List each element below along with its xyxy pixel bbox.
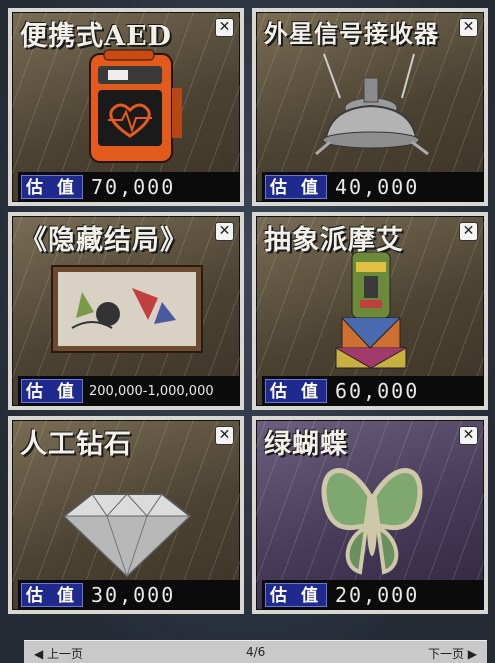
value-bar: 估 值 200,000-1,000,000: [18, 376, 240, 406]
value-label: 估 值: [21, 379, 83, 403]
prev-page-button[interactable]: ◀ 上一页: [34, 645, 83, 662]
painting-icon: [12, 252, 240, 376]
item-card-signal-receiver[interactable]: 外星信号接收器 ✕ 估 值 40,000: [252, 8, 488, 206]
value-label: 估 值: [21, 175, 83, 199]
value-label: 估 值: [265, 175, 327, 199]
item-value: 60,000: [335, 379, 420, 403]
value-label: 估 值: [265, 583, 327, 607]
next-page-button[interactable]: 下一页 ▶: [428, 645, 477, 662]
item-value: 200,000-1,000,000: [89, 383, 214, 399]
item-card-artificial-diamond[interactable]: 人工钻石 ✕ 估 值 30,000: [8, 416, 244, 614]
pagination-bar: ◀ 上一页 4/6 下一页 ▶: [24, 640, 487, 663]
close-icon[interactable]: ✕: [215, 18, 234, 37]
diamond-icon: [12, 456, 240, 580]
close-icon[interactable]: ✕: [459, 222, 478, 241]
item-value: 70,000: [91, 175, 176, 199]
value-bar: 估 值 20,000: [262, 580, 484, 610]
butterfly-icon: [256, 456, 484, 580]
close-icon[interactable]: ✕: [459, 18, 478, 37]
close-icon[interactable]: ✕: [215, 426, 234, 445]
item-value: 30,000: [91, 583, 176, 607]
value-bar: 估 值 30,000: [18, 580, 240, 610]
value-label: 估 值: [21, 583, 83, 607]
aed-icon: [12, 48, 240, 172]
value-bar: 估 值 60,000: [262, 376, 484, 406]
value-bar: 估 值 70,000: [18, 172, 240, 202]
item-card-abstract-moai[interactable]: 抽象派摩艾 ✕ 估 值 60,000: [252, 212, 488, 410]
item-grid: 便携式AED ✕ 估 值 70,000 外星信号接收器 ✕ 估 值 40,000…: [8, 8, 488, 614]
item-card-aed[interactable]: 便携式AED ✕ 估 值 70,000: [8, 8, 244, 206]
item-card-hidden-ending[interactable]: 《隐藏结局》 ✕ 估 值 200,000-1,000,000: [8, 212, 244, 410]
close-icon[interactable]: ✕: [215, 222, 234, 241]
moai-statue-icon: [256, 251, 484, 376]
value-label: 估 值: [265, 379, 327, 403]
signal-receiver-icon: [256, 48, 484, 172]
close-icon[interactable]: ✕: [459, 426, 478, 445]
item-card-green-butterfly[interactable]: 绿蝴蝶 ✕ 估 值 20,000: [252, 416, 488, 614]
item-value: 20,000: [335, 583, 420, 607]
value-bar: 估 值 40,000: [262, 172, 484, 202]
item-title: 外星信号接收器: [264, 19, 439, 48]
item-value: 40,000: [335, 175, 420, 199]
